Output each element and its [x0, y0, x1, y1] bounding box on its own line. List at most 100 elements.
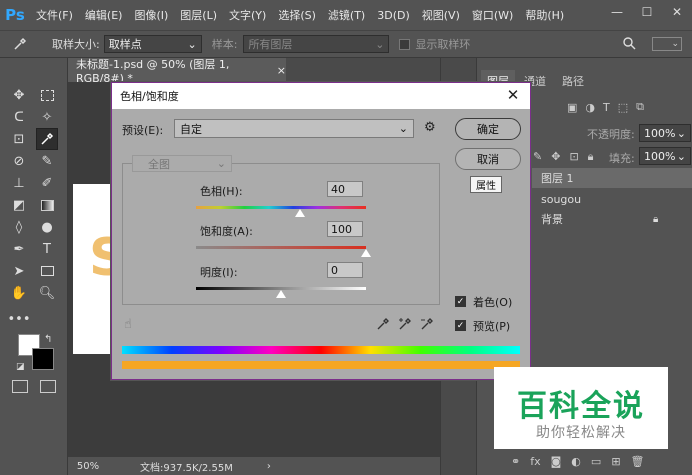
trash-icon[interactable]: 🗑︎: [631, 455, 645, 468]
sample-size-select[interactable]: 取样点 ⌄: [103, 35, 202, 53]
workspace-icon[interactable]: ⌄: [652, 37, 682, 51]
menu-help[interactable]: 帮助(H): [519, 7, 570, 23]
menu-edit[interactable]: 编辑(E): [79, 7, 129, 23]
type-icon[interactable]: T: [36, 238, 58, 260]
image-filter-icon[interactable]: ▣: [567, 101, 577, 114]
hue-input[interactable]: 40: [327, 181, 363, 197]
hue-slider-track[interactable]: [196, 206, 366, 209]
adjust-filter-icon[interactable]: ◑: [585, 101, 595, 114]
lock-brush-icon[interactable]: ✎: [533, 150, 542, 164]
fx-icon[interactable]: fx: [530, 455, 540, 468]
on-image-adjust-icon[interactable]: ☝: [124, 317, 132, 332]
menu-filter[interactable]: 滤镜(T): [322, 7, 371, 23]
menu-file[interactable]: 文件(F): [30, 7, 79, 23]
healing-brush-icon[interactable]: ⊘: [8, 150, 30, 172]
default-colors-icon[interactable]: ◪: [16, 362, 25, 372]
eyedropper-icon[interactable]: [376, 317, 390, 335]
lightness-slider-thumb[interactable]: [276, 290, 286, 298]
document-tab[interactable]: 未标题-1.psd @ 50% (图层 1, RGB/8#) * ×: [68, 57, 286, 85]
saturation-slider-thumb[interactable]: [361, 249, 371, 257]
group-icon[interactable]: ▭: [591, 455, 601, 468]
fill-input[interactable]: 100% ⌄: [639, 147, 691, 165]
lock-icon: 🔒︎: [653, 213, 659, 225]
watermark-title: 百科全说: [517, 389, 645, 424]
opacity-input[interactable]: 100% ⌄: [639, 124, 691, 142]
ok-button[interactable]: 确定: [455, 118, 521, 140]
crop-icon[interactable]: ⊡: [8, 128, 30, 150]
minimize-button[interactable]: —: [602, 0, 632, 24]
search-icon[interactable]: [622, 36, 636, 53]
cancel-button[interactable]: 取消: [455, 148, 521, 170]
preview-checkbox[interactable]: ✓: [455, 320, 466, 331]
window-controls: — ☐ ✕: [602, 0, 692, 24]
hue-slider-thumb[interactable]: [294, 209, 305, 217]
layer-row[interactable]: 背景 🔒︎: [529, 209, 692, 229]
maximize-button[interactable]: ☐: [632, 0, 662, 24]
eyedropper-icon[interactable]: [12, 36, 38, 52]
lock-all-icon[interactable]: 🔒︎: [588, 150, 594, 164]
menu-type[interactable]: 文字(Y): [223, 7, 272, 23]
layer-filter-icons[interactable]: ▣ ◑ T ⬚ ⧉: [567, 98, 692, 116]
chevron-right-icon[interactable]: ›: [267, 461, 271, 472]
lock-artboard-icon[interactable]: ⊡: [569, 150, 578, 164]
gear-icon[interactable]: ⚙: [424, 120, 436, 135]
fill-label: 填充:: [609, 152, 635, 165]
smart-filter-icon[interactable]: ⧉: [636, 100, 644, 114]
menu-image[interactable]: 图像(I): [128, 7, 174, 23]
link-icon[interactable]: ⚭: [511, 455, 520, 468]
menu-3d[interactable]: 3D(D): [371, 9, 416, 22]
lock-icons[interactable]: ✎ ✥ ⊡ 🔒︎: [533, 150, 594, 164]
channel-select[interactable]: 全图 ⌄: [132, 155, 232, 172]
preset-select[interactable]: 自定 ⌄: [174, 119, 414, 138]
close-icon[interactable]: ×: [277, 64, 286, 77]
document-tab-title: 未标题-1.psd @ 50% (图层 1, RGB/8#) *: [76, 57, 230, 85]
lightness-input[interactable]: 0: [327, 262, 363, 278]
saturation-slider-track[interactable]: [196, 246, 366, 249]
lock-position-icon[interactable]: ✥: [551, 150, 560, 164]
eyedropper-tool-icon[interactable]: [36, 128, 58, 150]
blur-icon[interactable]: ◊: [8, 216, 30, 238]
menu-view[interactable]: 视图(V): [416, 7, 466, 23]
move-icon[interactable]: ✥: [8, 84, 30, 106]
lasso-icon[interactable]: ᑕ: [8, 106, 30, 128]
history-brush-icon[interactable]: ✐: [36, 172, 58, 194]
quick-mask-icon[interactable]: [12, 380, 28, 393]
menu-select[interactable]: 选择(S): [272, 7, 322, 23]
more-tools-icon[interactable]: •••: [8, 308, 31, 330]
shape-filter-icon[interactable]: ⬚: [618, 101, 628, 114]
clone-stamp-icon[interactable]: ⊥: [8, 172, 30, 194]
swap-colors-icon[interactable]: ↰: [44, 334, 52, 345]
show-ring-checkbox[interactable]: [399, 38, 411, 50]
mask-icon[interactable]: ◙: [551, 455, 562, 468]
saturation-input[interactable]: 100: [327, 221, 363, 237]
menu-layer[interactable]: 图层(L): [174, 7, 223, 23]
layer-row[interactable]: sougou: [529, 189, 692, 209]
pen-icon[interactable]: ✒: [8, 238, 30, 260]
type-filter-icon[interactable]: T: [603, 101, 610, 114]
zoom-icon[interactable]: 🔍︎: [36, 282, 58, 304]
screen-mode-icon[interactable]: [40, 380, 56, 393]
eyedropper-plus-icon[interactable]: [398, 317, 412, 334]
path-select-icon[interactable]: ➤: [8, 260, 30, 282]
canvas-document[interactable]: S: [73, 184, 126, 354]
new-layer-icon[interactable]: ⊞: [611, 455, 620, 468]
dodge-icon[interactable]: ●: [36, 216, 58, 238]
marquee-icon[interactable]: [36, 84, 58, 106]
sample-select[interactable]: 所有图层 ⌄: [243, 35, 390, 53]
menu-window[interactable]: 窗口(W): [466, 7, 519, 23]
brush-icon[interactable]: ✎: [36, 150, 58, 172]
adjustment-icon[interactable]: ◐: [571, 455, 581, 468]
colorize-checkbox[interactable]: ✓: [455, 296, 466, 307]
layer-row[interactable]: 图层 1: [529, 168, 692, 188]
hand-icon[interactable]: ✋: [8, 282, 30, 304]
gradient-icon[interactable]: [36, 194, 58, 216]
eraser-icon[interactable]: ◩: [8, 194, 30, 216]
close-window-button[interactable]: ✕: [662, 0, 692, 24]
eyedropper-minus-icon[interactable]: [420, 317, 434, 334]
zoom-level[interactable]: 50%: [68, 461, 108, 472]
background-color-swatch[interactable]: [32, 348, 54, 370]
close-icon[interactable]: ✕: [504, 86, 522, 104]
rectangle-icon[interactable]: [36, 260, 58, 282]
tab-paths[interactable]: 路径: [555, 70, 591, 92]
magic-wand-icon[interactable]: ✧: [36, 106, 58, 128]
